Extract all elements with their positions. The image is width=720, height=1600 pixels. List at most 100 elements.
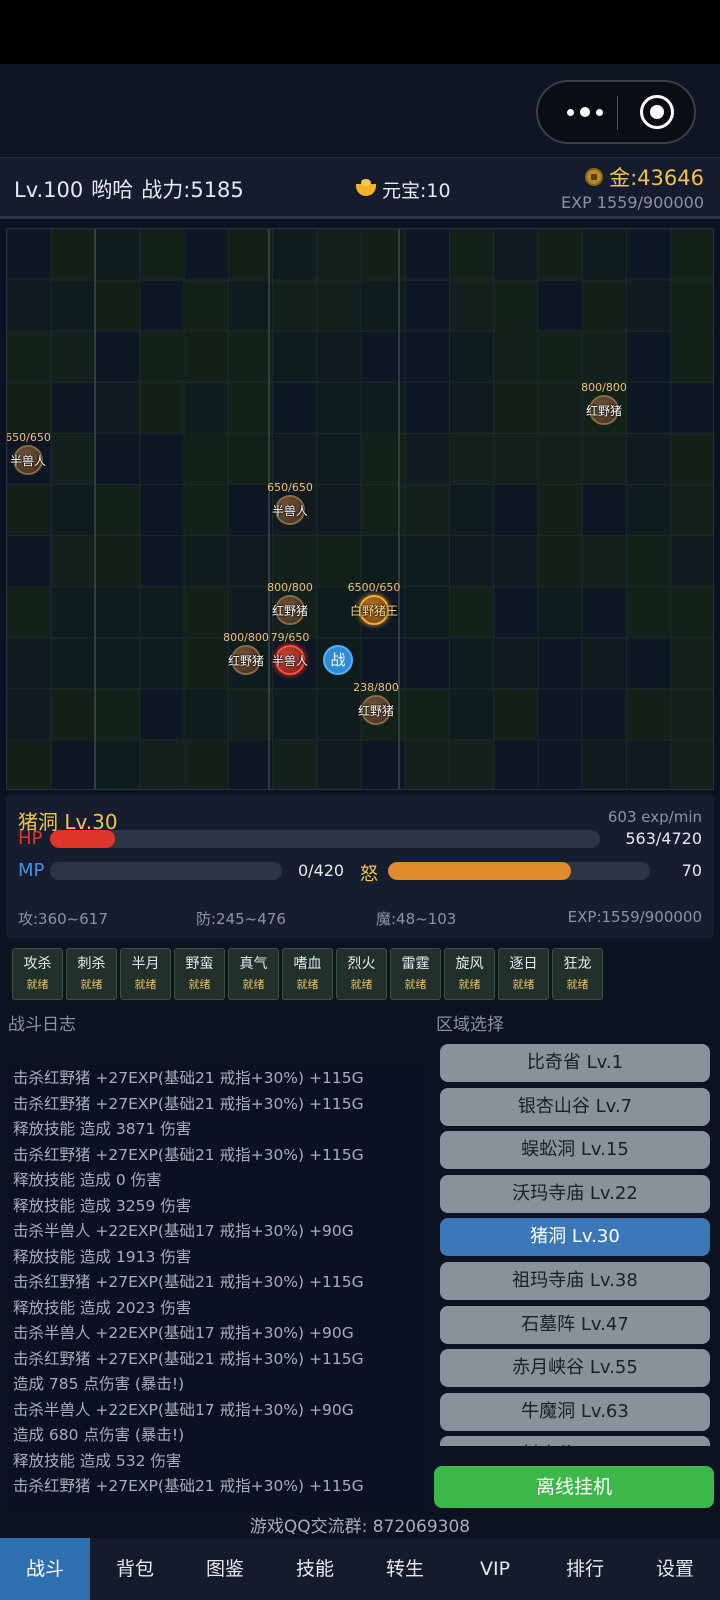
tab-item[interactable]: 技能 xyxy=(270,1538,360,1600)
skill-status: 就绪 xyxy=(404,978,427,991)
ingot-icon xyxy=(356,178,376,196)
skill-button[interactable]: 烈火 就绪 xyxy=(336,948,387,1000)
log-line: 击杀半兽人 +22EXP(基础17 戒指+30%) +90G xyxy=(13,1400,354,1419)
zone-button[interactable]: 银杏山谷 Lv.7 xyxy=(440,1087,710,1126)
player-summary: Lv.100 哟哈 战力:5185 xyxy=(14,174,252,204)
skill-button[interactable]: 刺杀 就绪 xyxy=(66,948,117,1000)
offline-idle-button[interactable]: 离线挂机 xyxy=(434,1466,714,1508)
skill-status: 就绪 xyxy=(296,978,319,991)
skill-button[interactable]: 半月 就绪 xyxy=(120,948,171,1000)
skill-button[interactable]: 雷霆 就绪 xyxy=(390,948,441,1000)
player-level: Lv.100 xyxy=(14,178,84,202)
map-mob[interactable]: 650/650 半兽人 xyxy=(245,481,335,525)
hp-bar xyxy=(50,830,600,848)
log-line: 释放技能 造成 3259 伤害 xyxy=(13,1196,192,1215)
mob-hp: 79/650 xyxy=(270,631,310,644)
skill-button[interactable]: 攻杀 就绪 xyxy=(12,948,63,1000)
mob-body: 红野猪 xyxy=(331,695,421,725)
zone-button[interactable]: 牛魔洞 Lv.63 xyxy=(440,1392,710,1431)
skill-button[interactable]: 逐日 就绪 xyxy=(498,948,549,1000)
skill-status: 就绪 xyxy=(188,978,211,991)
gold-display: 金:43646 xyxy=(585,162,704,192)
zone-list[interactable]: 比奇省 Lv.1 银杏山谷 Lv.7 蜈蚣洞 Lv.15 沃玛寺庙 Lv.22 猪洞 L… xyxy=(440,1044,710,1446)
zone-button[interactable]: 比奇省 Lv.1 xyxy=(440,1044,710,1082)
skill-status: 就绪 xyxy=(80,978,103,991)
info-panel: 猪洞 Lv.30 603 exp/min HP 563/4720 MP 0/42… xyxy=(6,794,714,938)
log-line: 释放技能 造成 532 伤害 xyxy=(13,1451,182,1470)
capsule-divider xyxy=(617,96,618,130)
skill-button[interactable]: 嗜血 就绪 xyxy=(282,948,333,1000)
log-line: 击杀红野猪 +27EXP(基础21 戒指+30%) +115G xyxy=(13,1069,364,1087)
player-name: 哟哈 xyxy=(91,178,134,202)
skill-button[interactable]: 旋风 就绪 xyxy=(444,948,495,1000)
skill-button[interactable]: 狂龙 就绪 xyxy=(552,948,603,1000)
tab-item[interactable]: 排行 xyxy=(540,1538,630,1600)
coin-icon xyxy=(585,168,604,186)
zone-button[interactable]: 沃玛寺庙 Lv.22 xyxy=(440,1174,710,1213)
player-power: 战力:5185 xyxy=(141,178,244,202)
skill-button[interactable]: 真气 就绪 xyxy=(228,948,279,1000)
mob-hp: 800/800 xyxy=(267,581,313,594)
map-mob[interactable]: 79/650 半兽人 xyxy=(245,631,335,675)
skill-status: 就绪 xyxy=(134,978,157,991)
player-marker[interactable]: 战 xyxy=(323,645,353,675)
tab-item[interactable]: 设置 xyxy=(630,1538,720,1600)
mob-name: 半兽人 xyxy=(271,654,308,668)
rage-label: 怒 xyxy=(360,864,378,885)
map-mob[interactable]: 800/800 红野猪 xyxy=(245,581,335,625)
map-mob[interactable]: 6500/650 白野猪王 xyxy=(329,581,419,625)
log-line: 释放技能 造成 0 伤害 xyxy=(13,1171,162,1189)
close-target-icon[interactable] xyxy=(640,95,674,129)
status-bar-top xyxy=(0,0,720,64)
skill-status: 就绪 xyxy=(566,978,589,991)
zone-button[interactable]: 封魔谷 Lv.72 xyxy=(440,1436,710,1446)
log-line: 击杀半兽人 +22EXP(基础17 戒指+30%) +90G xyxy=(13,1222,354,1240)
map-mob[interactable]: 238/800 红野猪 xyxy=(331,681,421,725)
battle-log-title: 战斗日志 xyxy=(8,1015,76,1035)
mob-name: 半兽人 xyxy=(271,504,308,518)
tab-item[interactable]: 图鉴 xyxy=(180,1538,270,1600)
map-mob[interactable]: 800/800 红野猪 xyxy=(559,381,649,425)
mob-name: 红野猪 xyxy=(585,404,622,418)
hp-bar-fill xyxy=(50,830,116,848)
mob-body: 半兽人 xyxy=(7,445,73,475)
mp-bar xyxy=(50,862,282,880)
zone-button[interactable]: 猪洞 Lv.30 xyxy=(440,1218,710,1257)
header-exp: EXP 1559/900000 xyxy=(561,193,704,212)
zone-button[interactable]: 蜈蚣洞 Lv.15 xyxy=(440,1131,710,1170)
exp-stat: EXP:1559/900000 xyxy=(567,908,702,926)
skill-name: 狂龙 xyxy=(563,956,592,972)
defense-stat: 防:245~476 xyxy=(196,910,286,928)
rage-value: 70 xyxy=(681,861,702,880)
zone-button[interactable]: 石墓阵 Lv.47 xyxy=(440,1305,710,1344)
zone-select-title: 区域选择 xyxy=(436,1015,504,1035)
skill-status: 就绪 xyxy=(26,978,49,991)
tab-item[interactable]: VIP xyxy=(450,1538,540,1600)
zone-button[interactable]: 祖玛寺庙 Lv.38 xyxy=(440,1261,710,1300)
skill-button[interactable]: 野蛮 就绪 xyxy=(174,948,225,1000)
tab-item[interactable]: 战斗 xyxy=(0,1538,90,1600)
rage-bar-fill xyxy=(388,862,572,880)
mob-hp: 6500/650 xyxy=(347,581,401,594)
more-icon[interactable] xyxy=(560,92,610,132)
zone-button[interactable]: 赤月峡谷 Lv.55 xyxy=(440,1349,710,1388)
mob-body: 白野猪王 xyxy=(329,595,419,625)
mob-name: 红野猪 xyxy=(357,704,394,718)
skill-status: 就绪 xyxy=(458,978,481,991)
log-line: 击杀红野猪 +27EXP(基础21 戒指+30%) +115G xyxy=(13,1145,364,1164)
skill-bar: 攻杀 就绪 刺杀 就绪 半月 就绪 野蛮 就绪 真气 就绪 嗜血 就绪 烈火 就绪 雷霆 就绪 旋风 就绪 逐日 就绪… xyxy=(12,948,603,1000)
map-mob[interactable]: 650/650 半兽人 xyxy=(7,431,73,475)
yuanbao-display: 元宝:10 xyxy=(356,176,451,203)
skill-status: 就绪 xyxy=(350,978,373,991)
battle-log[interactable]: 击杀红野猪 +27EXP(基础21 戒指+30%) +115G 击杀红野猪 +27… xyxy=(6,1066,426,1510)
tab-item[interactable]: 转生 xyxy=(360,1538,450,1600)
log-line: 造成 785 点伤害 (暴击!) xyxy=(13,1375,185,1393)
skill-status: 就绪 xyxy=(512,978,535,991)
battle-map[interactable]: 800/800 红野猪 650/650 半兽人 650/650 半兽人 800/800 红野猪… xyxy=(6,228,714,790)
mp-label: MP xyxy=(18,860,45,881)
log-line: 击杀红野猪 +27EXP(基础21 戒指+30%) +115G xyxy=(13,1477,364,1495)
tab-item[interactable]: 背包 xyxy=(90,1538,180,1600)
skill-name: 半月 xyxy=(131,956,160,972)
bottom-tab-bar: 战斗 背包 图鉴 技能 转生 VIP 排行 设置 xyxy=(0,1538,720,1600)
log-line: 击杀半兽人 +22EXP(基础17 戒指+30%) +90G xyxy=(13,1324,354,1342)
